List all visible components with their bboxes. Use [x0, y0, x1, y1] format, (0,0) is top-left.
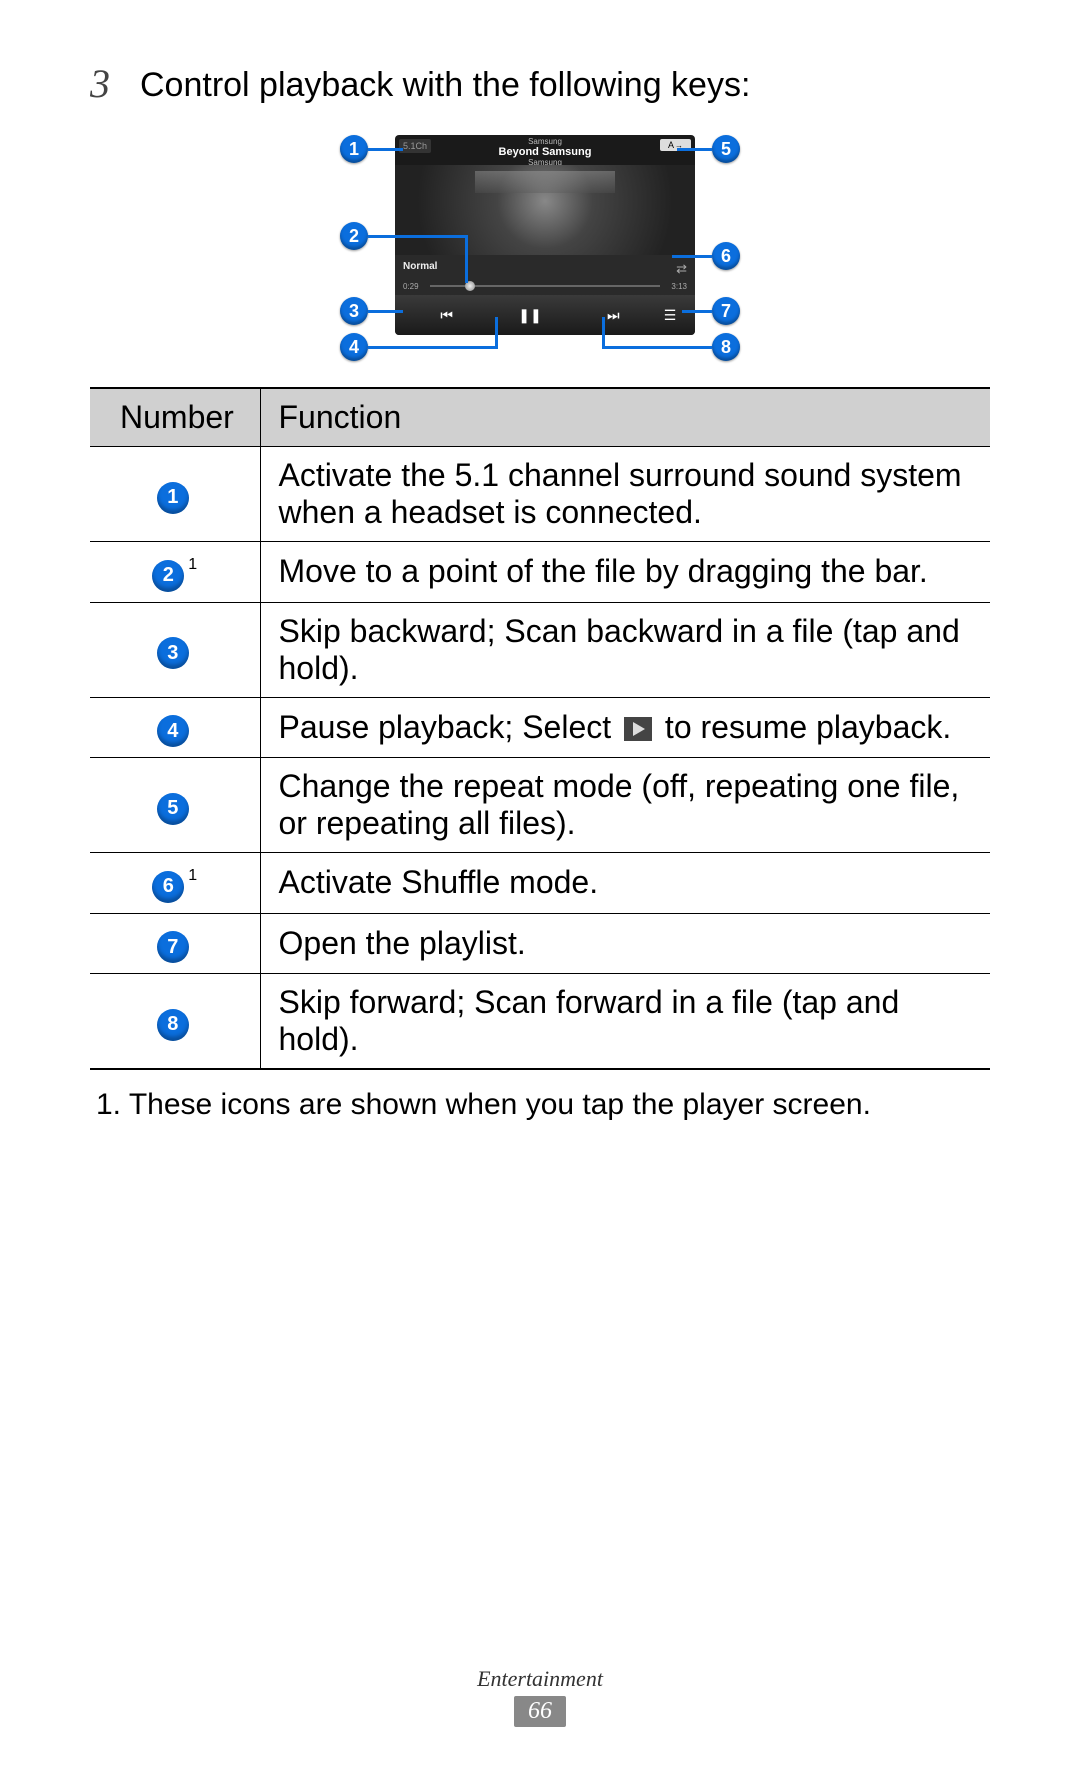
function-table: Number Function 1 Activate the 5.1 chann… — [90, 387, 990, 1070]
eq-label: Normal — [403, 261, 437, 272]
row-badge: 4 — [157, 715, 189, 747]
seek-bar[interactable] — [430, 285, 660, 287]
row-badge: 8 — [157, 1009, 189, 1041]
row-badge: 1 — [157, 482, 189, 514]
track-titles: Samsung Beyond Samsung Samsung — [395, 137, 695, 167]
prev-icon[interactable]: ⏮ — [405, 307, 488, 324]
row-function: Open the playlist. — [260, 913, 990, 974]
table-row: 5 Change the repeat mode (off, repeating… — [90, 758, 990, 853]
time-total: 3:13 — [671, 282, 687, 291]
page-number: 66 — [514, 1696, 566, 1727]
row-function: Activate the 5.1 channel surround sound … — [260, 447, 990, 542]
album-art — [395, 165, 695, 255]
callout-4: 4 — [340, 333, 368, 361]
callout-3: 3 — [340, 297, 368, 325]
shuffle-icon[interactable]: ⇄ — [676, 261, 687, 277]
table-row: 1 Activate the 5.1 channel surround soun… — [90, 447, 990, 542]
table-row: 4 Pause playback; Select to resume playb… — [90, 697, 990, 758]
footnote: 1. These icons are shown when you tap th… — [90, 1088, 990, 1122]
row-badge: 2 — [152, 560, 184, 592]
callout-1: 1 — [340, 135, 368, 163]
callout-2: 2 — [340, 222, 368, 250]
table-row: 8 Skip forward; Scan forward in a file (… — [90, 974, 990, 1070]
callout-6: 6 — [712, 242, 740, 270]
table-row: 61 Activate Shuffle mode. — [90, 853, 990, 914]
table-row: 7 Open the playlist. — [90, 913, 990, 974]
step-number: 3 — [90, 60, 140, 107]
row-function: Skip forward; Scan forward in a file (ta… — [260, 974, 990, 1070]
table-row: 21 Move to a point of the file by draggi… — [90, 542, 990, 603]
step-text: Control playback with the following keys… — [140, 60, 750, 105]
row-function: Change the repeat mode (off, repeating o… — [260, 758, 990, 853]
header-number: Number — [90, 388, 260, 447]
page-footer: Entertainment 66 — [0, 1666, 1080, 1727]
row-badge: 3 — [157, 637, 189, 669]
next-icon[interactable]: ⏭ — [572, 307, 655, 324]
row-function: Pause playback; Select to resume playbac… — [260, 697, 990, 758]
play-icon — [624, 717, 652, 741]
player-diagram: 5.1Ch Samsung Beyond Samsung Samsung A N… — [340, 127, 740, 357]
playlist-icon[interactable]: ☰ — [655, 307, 685, 324]
table-row: 3 Skip backward; Scan backward in a file… — [90, 602, 990, 697]
callout-8: 8 — [712, 333, 740, 361]
row-badge: 6 — [152, 871, 184, 903]
time-elapsed: 0:29 — [403, 282, 419, 291]
step-row: 3 Control playback with the following ke… — [90, 60, 990, 107]
row-function: Activate Shuffle mode. — [260, 853, 990, 914]
header-function: Function — [260, 388, 990, 447]
row-badge: 7 — [157, 931, 189, 963]
row-function: Move to a point of the file by dragging … — [260, 542, 990, 603]
footer-section: Entertainment — [0, 1666, 1080, 1692]
track-label: Beyond Samsung — [395, 146, 695, 158]
row-badge: 5 — [157, 793, 189, 825]
callout-7: 7 — [712, 297, 740, 325]
row-function: Skip backward; Scan backward in a file (… — [260, 602, 990, 697]
callout-5: 5 — [712, 135, 740, 163]
artist-label: Samsung — [395, 137, 695, 146]
pause-icon[interactable]: ❚❚ — [488, 307, 571, 324]
